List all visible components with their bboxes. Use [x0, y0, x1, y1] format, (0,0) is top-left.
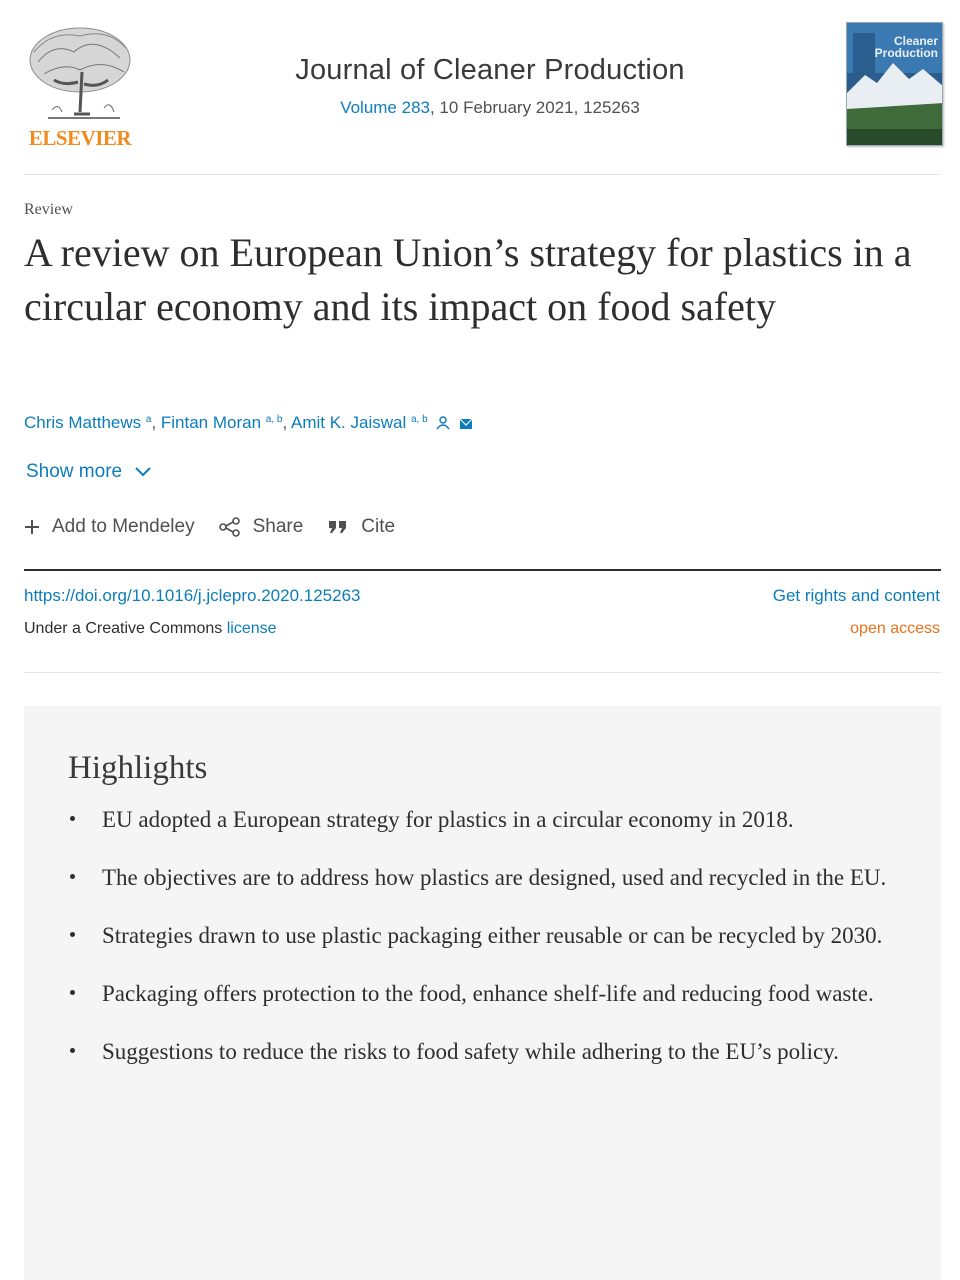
license-text: Under a Creative Commons license	[24, 620, 277, 638]
person-icon[interactable]	[436, 415, 451, 435]
quote-icon	[329, 521, 347, 533]
highlight-item: Strategies drawn to use plastic packagin…	[68, 918, 898, 953]
bullet-icon	[70, 932, 75, 937]
rights-and-content-link[interactable]: Get rights and content	[773, 586, 940, 606]
highlight-item: Suggestions to reduce the risks to food …	[68, 1034, 898, 1069]
bullet-icon	[70, 990, 75, 995]
highlights-title: Highlights	[68, 750, 208, 786]
highlight-text: EU adopted a European strategy for plast…	[102, 807, 794, 832]
author-affiliation[interactable]: a, b	[411, 414, 428, 425]
mendeley-label: Add to Mendeley	[52, 516, 195, 537]
article-title: A review on European Union’s strategy fo…	[24, 230, 912, 329]
bullet-icon	[70, 1048, 75, 1053]
cover-title: Cleaner Production	[874, 34, 938, 60]
add-to-mendeley-button[interactable]: Add to Mendeley	[24, 516, 195, 538]
article-actions: Add to Mendeley Share Cite	[24, 516, 419, 538]
publisher-name: ELSEVIER	[28, 126, 132, 150]
chevron-down-icon	[135, 467, 151, 477]
author-link[interactable]: Chris Matthews	[24, 413, 141, 432]
plus-icon	[25, 520, 39, 534]
share-icon	[218, 517, 240, 537]
share-button[interactable]: Share	[218, 516, 304, 538]
highlights-list: EU adopted a European strategy for plast…	[68, 802, 898, 1092]
actions-divider	[24, 569, 941, 571]
cite-label: Cite	[361, 516, 396, 537]
license-prefix: Under a Creative Commons	[24, 620, 227, 637]
highlight-text: Strategies drawn to use plastic packagin…	[102, 923, 883, 948]
share-label: Share	[252, 516, 304, 537]
author-affiliation[interactable]: a, b	[266, 414, 283, 425]
envelope-icon[interactable]	[459, 415, 473, 435]
highlight-text: Suggestions to reduce the risks to food …	[102, 1039, 839, 1064]
highlight-item: The objectives are to address how plasti…	[68, 860, 898, 895]
highlight-text: The objectives are to address how plasti…	[102, 865, 887, 890]
journal-issue-info: Volume 283, 10 February 2021, 125263	[0, 98, 960, 118]
header-divider	[24, 174, 941, 175]
journal-title-link[interactable]: Journal of Cleaner Production	[0, 54, 960, 87]
highlight-item: Packaging offers protection to the food,…	[68, 976, 898, 1011]
elsevier-logo[interactable]: ELSEVIER	[24, 22, 136, 152]
cite-button[interactable]: Cite	[327, 516, 395, 538]
bullet-icon	[70, 874, 75, 879]
journal-cover-image[interactable]: Cleaner Production	[846, 22, 943, 146]
author-link[interactable]: Fintan Moran	[161, 413, 261, 432]
journal-header: ELSEVIER Journal of Cleaner Production V…	[0, 0, 960, 176]
license-link[interactable]: license	[227, 620, 277, 637]
bullet-icon	[70, 816, 75, 821]
show-more-button[interactable]: Show more	[26, 461, 152, 483]
doi-link[interactable]: https://doi.org/10.1016/j.jclepro.2020.1…	[24, 586, 360, 606]
issue-date: , 10 February 2021, 125263	[429, 98, 640, 117]
volume-link[interactable]: Volume 283	[340, 98, 430, 117]
highlight-text: Packaging offers protection to the food,…	[102, 981, 874, 1006]
author-list: Chris Matthews a, Fintan Moran a, b, Ami…	[24, 413, 473, 435]
highlight-item: EU adopted a European strategy for plast…	[68, 802, 898, 837]
article-type: Review	[24, 201, 73, 218]
author-link[interactable]: Amit K. Jaiswal	[291, 413, 406, 432]
open-access-badge: open access	[850, 620, 940, 637]
highlights-section: Highlights EU adopted a European strateg…	[24, 706, 941, 1280]
show-more-label: Show more	[26, 461, 123, 482]
meta-divider	[24, 672, 941, 673]
